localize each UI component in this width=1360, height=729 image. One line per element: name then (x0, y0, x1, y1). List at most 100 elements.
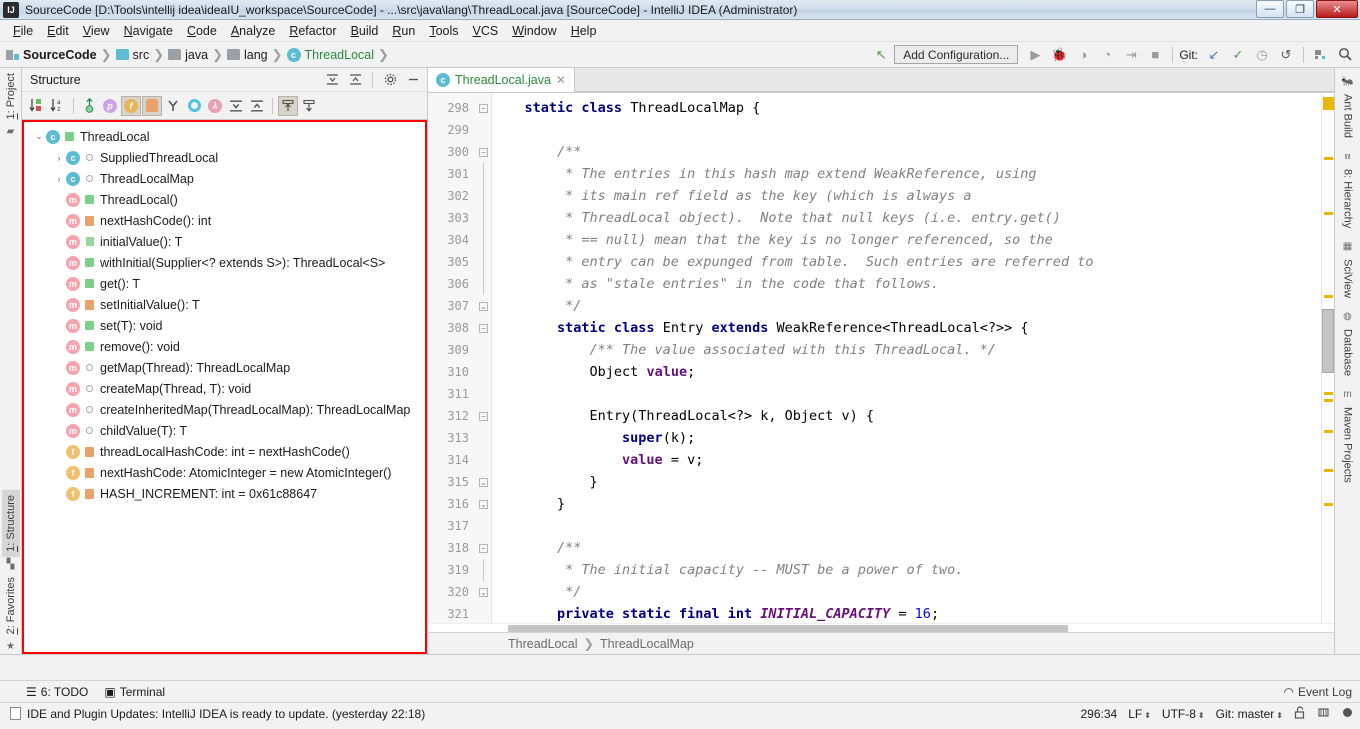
sort-alphabetically-icon[interactable]: az (48, 96, 68, 116)
menu-item-run[interactable]: Run (385, 22, 422, 40)
tree-node[interactable]: m initialValue(): T (24, 231, 425, 252)
menu-item-vcs[interactable]: VCS (466, 22, 506, 40)
tree-node[interactable]: m setInitialValue(): T (24, 294, 425, 315)
back-arrow-icon[interactable]: ↖ (870, 44, 892, 66)
code-line[interactable]: * The initial capacity -- MUST be a powe… (492, 559, 1321, 581)
menu-item-analyze[interactable]: Analyze (224, 22, 282, 40)
run-icon[interactable]: ▶ (1024, 44, 1046, 66)
chevron-updown-icon[interactable]: ⬍ (1144, 711, 1151, 720)
fold-marker[interactable]: − (476, 537, 491, 559)
source-code[interactable]: static class ThreadLocalMap { /** * The … (492, 93, 1321, 623)
horizontal-scrollbar[interactable] (428, 623, 1334, 632)
menu-item-code[interactable]: Code (180, 22, 224, 40)
stop-icon[interactable]: ■ (1144, 44, 1166, 66)
breadcrumb-item-lang[interactable]: lang ❯ (226, 47, 287, 63)
breadcrumb-item-java[interactable]: java ❯ (168, 47, 227, 63)
fold-marker[interactable] (476, 185, 491, 207)
minimize-button[interactable]: — (1256, 0, 1284, 18)
collapse-all-icon[interactable] (345, 70, 365, 90)
rail-tab-database[interactable]: Database (1339, 324, 1357, 381)
code-line[interactable]: Object value; (492, 361, 1321, 383)
menu-item-file[interactable]: File (6, 22, 40, 40)
rail-tab-structure[interactable]: 1: Structure (1, 489, 20, 557)
tree-node[interactable]: ⌄ c ThreadLocal (24, 126, 425, 147)
inspection-icon[interactable] (1341, 706, 1354, 722)
fold-marker[interactable]: − (476, 97, 491, 119)
sort-by-visibility-icon[interactable] (27, 96, 47, 116)
chevron-down-icon[interactable]: ⌄ (32, 131, 46, 142)
fold-marker[interactable] (476, 559, 491, 581)
search-icon[interactable] (1334, 44, 1356, 66)
code-line[interactable]: static class Entry extends WeakReference… (492, 317, 1321, 339)
tree-node[interactable]: m withInitial(Supplier<? extends S>): Thr… (24, 252, 425, 273)
structure-tree[interactable]: ⌄ c ThreadLocal › c SuppliedThreadLocal › c Thre… (22, 120, 427, 654)
collapse-all-tree-icon[interactable] (247, 96, 267, 116)
status-message[interactable]: IDE and Plugin Updates: IntelliJ IDEA is… (27, 707, 425, 721)
tab-threadlocal-java[interactable]: c ThreadLocal.java ✕ (428, 68, 575, 92)
show-properties-icon[interactable]: p (100, 96, 120, 116)
settings-icon[interactable] (1310, 44, 1332, 66)
close-button[interactable]: ✕ (1316, 0, 1358, 18)
code-line[interactable]: /** (492, 537, 1321, 559)
rail-tab-project[interactable]: 1: Project (2, 68, 20, 124)
show-fields-icon[interactable]: f (121, 95, 141, 116)
code-line[interactable] (492, 119, 1321, 141)
code-line[interactable]: static class ThreadLocalMap { (492, 97, 1321, 119)
run-with-coverage-icon[interactable]: ◑ (1072, 44, 1094, 66)
code-line[interactable]: /** (492, 141, 1321, 163)
chevron-right-icon[interactable]: › (52, 153, 66, 163)
code-line[interactable]: * as "stale entries" in the code that fo… (492, 273, 1321, 295)
show-lambdas-icon[interactable]: λ (205, 96, 225, 116)
show-anonymous-classes-icon[interactable] (163, 96, 183, 116)
history-icon[interactable]: ◷ (1251, 44, 1273, 66)
toolwindow-todo[interactable]: ☰ 6: TODO (26, 685, 88, 699)
tree-node[interactable]: m nextHashCode(): int (24, 210, 425, 231)
fold-marker[interactable]: ⌄ (476, 493, 491, 515)
code-line[interactable]: } (492, 493, 1321, 515)
menu-item-navigate[interactable]: Navigate (117, 22, 180, 40)
autoscroll-to-source-icon[interactable] (278, 95, 298, 116)
tree-node[interactable]: m createInheritedMap(ThreadLocalMap): Thr… (24, 399, 425, 420)
code-line[interactable]: value = v; (492, 449, 1321, 471)
code-line[interactable]: * ThreadLocal object). Note that null ke… (492, 207, 1321, 229)
rail-tab-mavenprojects[interactable]: Maven Projects (1339, 402, 1357, 488)
toolwindow-terminal[interactable]: ▣ Terminal (104, 685, 165, 699)
menu-item-build[interactable]: Build (344, 22, 386, 40)
fold-marker[interactable] (476, 273, 491, 295)
fold-marker[interactable]: ⌄ (476, 295, 491, 317)
menu-item-refactor[interactable]: Refactor (282, 22, 343, 40)
read-write-icon[interactable] (1294, 705, 1306, 722)
rail-tab-hierarchy[interactable]: 8: Hierarchy (1339, 164, 1357, 233)
breadcrumb-item-sourcecode[interactable]: SourceCode ❯ (6, 47, 116, 63)
editor-scrollbar-thumb[interactable] (1322, 309, 1334, 373)
code-line[interactable] (492, 515, 1321, 537)
fold-gutter[interactable]: − − ⌄ − − ⌄ ⌄ − ⌄ (476, 93, 492, 623)
rail-tab-sciview[interactable]: SciView (1339, 254, 1357, 303)
chevron-right-icon[interactable]: › (52, 174, 66, 184)
tree-node[interactable]: › c SuppliedThreadLocal (24, 147, 425, 168)
fold-marker[interactable]: − (476, 317, 491, 339)
code-line[interactable]: /** The value associated with this Threa… (492, 339, 1321, 361)
tree-node[interactable]: m ThreadLocal() (24, 189, 425, 210)
code-line[interactable]: */ (492, 295, 1321, 317)
autoscroll-from-source-icon[interactable] (299, 96, 319, 116)
menu-item-view[interactable]: View (76, 22, 117, 40)
menu-item-window[interactable]: Window (505, 22, 563, 40)
tree-node[interactable]: › c ThreadLocalMap (24, 168, 425, 189)
fold-marker[interactable]: − (476, 405, 491, 427)
code-line[interactable]: * entry can be expunged from table. Such… (492, 251, 1321, 273)
show-non-public-icon[interactable] (142, 95, 162, 116)
expand-all-tree-icon[interactable] (226, 96, 246, 116)
code-line[interactable]: private static final int INITIAL_CAPACIT… (492, 603, 1321, 623)
tree-node[interactable]: m createMap(Thread, T): void (24, 378, 425, 399)
menu-item-edit[interactable]: Edit (40, 22, 76, 40)
chevron-updown-icon[interactable]: ⬍ (1198, 711, 1205, 720)
error-stripe-marker-bar[interactable] (1321, 93, 1334, 623)
maximize-button[interactable]: ❐ (1286, 0, 1314, 18)
code-line[interactable]: * The entries in this hash map extend We… (492, 163, 1321, 185)
tree-node[interactable]: f nextHashCode: AtomicInteger = new Atomi… (24, 462, 425, 483)
tree-node[interactable]: m getMap(Thread): ThreadLocalMap (24, 357, 425, 378)
add-configuration-button[interactable]: Add Configuration... (894, 45, 1019, 64)
rollback-icon[interactable]: ↺ (1275, 44, 1297, 66)
expand-all-icon[interactable] (322, 70, 342, 90)
